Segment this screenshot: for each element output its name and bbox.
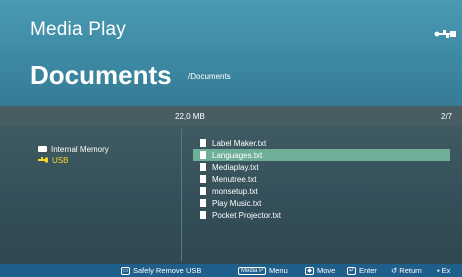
file-item[interactable]: monsetup.txt — [193, 185, 450, 197]
exit-label: Ex — [441, 266, 451, 275]
menu-label: Menu — [269, 266, 288, 275]
page-title: Documents — [30, 60, 172, 90]
file-item-selected[interactable]: Languages.txt — [193, 149, 450, 161]
file-item[interactable]: Mediaplay.txt — [193, 161, 450, 173]
text-file-icon — [200, 163, 206, 171]
storage-size: 22,0 MB — [175, 112, 205, 121]
page-indicator: 2/7 — [441, 112, 453, 121]
safely-remove-hint[interactable]: ▭ Safely Remove USB — [121, 265, 201, 276]
text-file-icon — [200, 199, 206, 207]
file-name: Pocket Projector.txt — [212, 210, 281, 220]
media-play-screen: Media Play Documents /Documents 22,0 MB … — [0, 0, 462, 277]
text-file-icon — [200, 187, 206, 195]
app-title: Media Play — [30, 19, 126, 40]
exit-hint[interactable]: ▪ Ex — [437, 265, 450, 276]
enter-hint[interactable]: ↵ Enter — [347, 265, 377, 276]
device-label: Internal Memory — [51, 144, 109, 154]
safely-remove-label: Safely Remove USB — [133, 266, 202, 275]
usb-connected-icon — [434, 30, 456, 38]
return-label: Return — [399, 266, 422, 275]
file-item[interactable]: Label Maker.txt — [193, 137, 450, 149]
file-name: Languages.txt — [212, 150, 263, 160]
file-name: Menutree.txt — [212, 174, 257, 184]
return-hint[interactable]: ↺ Return — [391, 265, 422, 276]
file-item[interactable]: Play Music.txt — [193, 197, 450, 209]
enter-key-icon: ↵ — [347, 266, 356, 275]
exit-icon: ▪ — [437, 266, 440, 275]
file-name: monsetup.txt — [212, 186, 258, 196]
panel-divider — [181, 129, 182, 261]
internal-memory-icon — [38, 146, 47, 152]
file-name: Mediaplay.txt — [212, 162, 259, 172]
text-file-icon — [200, 139, 206, 147]
tools-key-icon: ▭ — [121, 266, 130, 275]
file-item[interactable]: Pocket Projector.txt — [193, 209, 450, 221]
file-name: Label Maker.txt — [212, 138, 267, 148]
text-file-icon — [200, 151, 206, 159]
menu-hint[interactable]: Media P Menu — [238, 265, 288, 276]
move-hint[interactable]: ◆ Move — [305, 265, 335, 276]
move-key-icon: ◆ — [305, 266, 314, 275]
text-file-icon — [200, 211, 206, 219]
media-p-key-icon: Media P — [238, 266, 267, 275]
file-item[interactable]: Menutree.txt — [193, 173, 450, 185]
enter-label: Enter — [359, 266, 377, 275]
device-item-usb[interactable]: USB — [38, 154, 68, 166]
device-label: USB — [52, 155, 69, 165]
text-file-icon — [200, 175, 206, 183]
breadcrumb-path: /Documents — [188, 72, 231, 81]
info-bar — [0, 106, 462, 126]
move-label: Move — [317, 266, 336, 275]
file-name: Play Music.txt — [212, 198, 262, 208]
return-icon: ↺ — [391, 266, 398, 275]
usb-icon — [38, 157, 48, 163]
